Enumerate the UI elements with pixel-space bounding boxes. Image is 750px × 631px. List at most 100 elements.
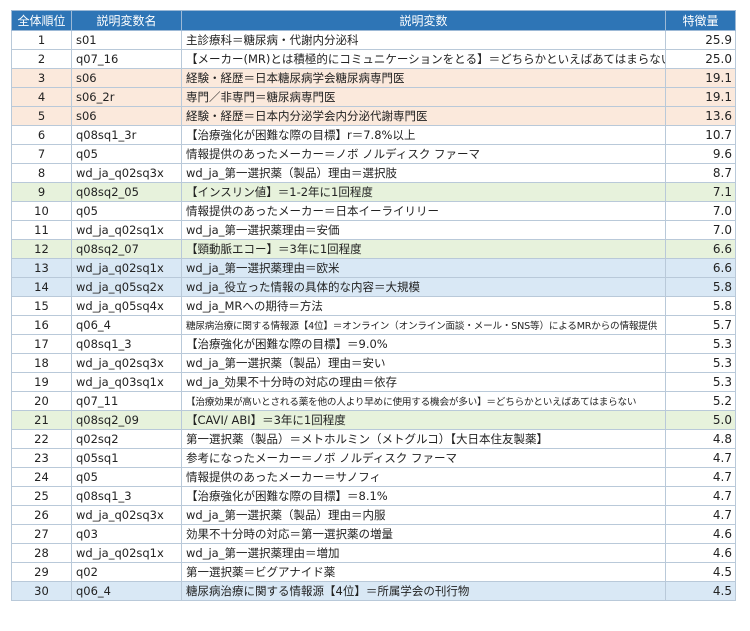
- rank-cell: 21: [11, 410, 72, 430]
- header-rank: 全体順位: [11, 10, 72, 31]
- feature-importance-cell: 5.0: [665, 410, 736, 430]
- table-row: 16 q06_4 糖尿病治療に関する情報源【4位】＝オンライン（オンライン面談・メー…: [11, 315, 736, 335]
- rank-cell: 28: [11, 543, 72, 563]
- table-header-row: 全体順位 説明変数名 説明変数 特徴量: [11, 10, 736, 31]
- feature-importance-table: 全体順位 説明変数名 説明変数 特徴量 1 s01 主診療科＝糖尿病・代謝内分泌科 2…: [11, 10, 736, 601]
- feature-importance-cell: 6.6: [665, 258, 736, 278]
- variable-name-cell: wd_ja_q02sq1x: [71, 220, 182, 240]
- variable-name-cell: s06_2r: [71, 87, 182, 107]
- variable-description-cell: 【治療強化が困難な際の目標】r＝7.8%以上: [181, 125, 666, 145]
- rank-cell: 24: [11, 467, 72, 487]
- table-row: 29 q02 第一選択薬＝ビグアナイド薬 4.5: [11, 562, 736, 582]
- feature-importance-cell: 4.8: [665, 429, 736, 449]
- table-row: 14 wd_ja_q05sq2x wd_ja_役立った情報の具体的な内容＝大規模 5.…: [11, 277, 736, 297]
- table-row: 9 q08sq2_05 【インスリン値】＝1-2年に1回程度 7.1: [11, 182, 736, 202]
- variable-name-cell: wd_ja_q05sq4x: [71, 296, 182, 316]
- variable-description-cell: 経験・経歴＝日本糖尿病学会糖尿病専門医: [181, 68, 666, 88]
- feature-importance-cell: 7.0: [665, 220, 736, 240]
- table-row: 10 q05 情報提供のあったメーカー＝日本イーライリリー 7.0: [11, 201, 736, 221]
- feature-importance-cell: 19.1: [665, 87, 736, 107]
- rank-cell: 4: [11, 87, 72, 107]
- rank-cell: 25: [11, 486, 72, 506]
- variable-description-cell: 専門／非専門＝糖尿病専門医: [181, 87, 666, 107]
- table-row: 24 q05 情報提供のあったメーカー＝サノフィ 4.7: [11, 467, 736, 487]
- rank-cell: 9: [11, 182, 72, 202]
- feature-importance-cell: 4.7: [665, 505, 736, 525]
- variable-description-cell: 情報提供のあったメーカー＝日本イーライリリー: [181, 201, 666, 221]
- rank-cell: 8: [11, 163, 72, 183]
- variable-name-cell: wd_ja_q02sq3x: [71, 353, 182, 373]
- table-row: 3 s06 経験・経歴＝日本糖尿病学会糖尿病専門医 19.1: [11, 68, 736, 88]
- variable-name-cell: q07_11: [71, 391, 182, 411]
- variable-description-cell: 【治療強化が困難な際の目標】＝9.0%: [181, 334, 666, 354]
- variable-name-cell: q02: [71, 562, 182, 582]
- rank-cell: 27: [11, 524, 72, 544]
- variable-description-cell: 糖尿病治療に関する情報源【4位】＝オンライン（オンライン面談・メール・SNS等）…: [181, 315, 666, 335]
- variable-description-cell: wd_ja_効果不十分時の対応の理由＝依存: [181, 372, 666, 392]
- variable-description-cell: 【治療強化が困難な際の目標】＝8.1%: [181, 486, 666, 506]
- rank-cell: 7: [11, 144, 72, 164]
- feature-importance-cell: 10.7: [665, 125, 736, 145]
- feature-importance-cell: 4.6: [665, 543, 736, 563]
- table-row: 28 wd_ja_q02sq1x wd_ja_第一選択薬理由＝増加 4.6: [11, 543, 736, 563]
- variable-name-cell: s06: [71, 68, 182, 88]
- variable-description-cell: 情報提供のあったメーカー＝ノボ ノルディスク ファーマ: [181, 144, 666, 164]
- variable-name-cell: wd_ja_q03sq1x: [71, 372, 182, 392]
- table-row: 11 wd_ja_q02sq1x wd_ja_第一選択薬理由＝安価 7.0: [11, 220, 736, 240]
- variable-description-cell: wd_ja_第一選択薬（製品）理由＝安い: [181, 353, 666, 373]
- variable-description-cell: 【インスリン値】＝1-2年に1回程度: [181, 182, 666, 202]
- rank-cell: 15: [11, 296, 72, 316]
- feature-importance-cell: 19.1: [665, 68, 736, 88]
- table-row: 20 q07_11 【治療効果が高いとされる薬を他の人より早めに使用する機会が多い】…: [11, 391, 736, 411]
- rank-cell: 3: [11, 68, 72, 88]
- table-row: 18 wd_ja_q02sq3x wd_ja_第一選択薬（製品）理由＝安い 5.3: [11, 353, 736, 373]
- variable-description-cell: 【メーカー(MR)とは積極的にコミュニケーションをとる】＝どちらかといえばあては…: [181, 49, 666, 69]
- feature-importance-cell: 4.5: [665, 581, 736, 601]
- table-row: 23 q05sq1 参考になったメーカー＝ノボ ノルディスク ファーマ 4.7: [11, 448, 736, 468]
- variable-description-cell: wd_ja_MRへの期待＝方法: [181, 296, 666, 316]
- rank-cell: 6: [11, 125, 72, 145]
- feature-importance-cell: 4.6: [665, 524, 736, 544]
- rank-cell: 19: [11, 372, 72, 392]
- rank-cell: 17: [11, 334, 72, 354]
- variable-name-cell: q08sq1_3: [71, 486, 182, 506]
- variable-description-cell: 【頸動脈エコー】＝3年に1回程度: [181, 239, 666, 259]
- table-row: 8 wd_ja_q02sq3x wd_ja_第一選択薬（製品）理由＝選択肢 8.7: [11, 163, 736, 183]
- feature-importance-cell: 7.1: [665, 182, 736, 202]
- variable-description-cell: 情報提供のあったメーカー＝サノフィ: [181, 467, 666, 487]
- variable-description-cell: wd_ja_第一選択薬理由＝増加: [181, 543, 666, 563]
- variable-name-cell: q05sq1: [71, 448, 182, 468]
- table-row: 25 q08sq1_3 【治療強化が困難な際の目標】＝8.1% 4.7: [11, 486, 736, 506]
- variable-description-cell: 主診療科＝糖尿病・代謝内分泌科: [181, 30, 666, 50]
- table-row: 6 q08sq1_3r 【治療強化が困難な際の目標】r＝7.8%以上 10.7: [11, 125, 736, 145]
- variable-description-cell: wd_ja_第一選択薬理由＝安価: [181, 220, 666, 240]
- variable-name-cell: q05: [71, 201, 182, 221]
- feature-importance-cell: 6.6: [665, 239, 736, 259]
- variable-description-cell: 【治療効果が高いとされる薬を他の人より早めに使用する機会が多い】＝どちらかといえ…: [181, 391, 666, 411]
- rank-cell: 5: [11, 106, 72, 126]
- variable-name-cell: s06: [71, 106, 182, 126]
- rank-cell: 16: [11, 315, 72, 335]
- table-row: 22 q02sq2 第一選択薬（製品）＝メトホルミン（メトグルコ）【大日本住友製薬】…: [11, 429, 736, 449]
- header-variable-name: 説明変数名: [71, 10, 182, 31]
- feature-importance-cell: 5.2: [665, 391, 736, 411]
- rank-cell: 18: [11, 353, 72, 373]
- feature-importance-cell: 5.7: [665, 315, 736, 335]
- feature-importance-cell: 5.8: [665, 296, 736, 316]
- rank-cell: 22: [11, 429, 72, 449]
- rank-cell: 23: [11, 448, 72, 468]
- rank-cell: 12: [11, 239, 72, 259]
- table-row: 5 s06 経験・経歴＝日本内分泌学会内分泌代謝専門医 13.6: [11, 106, 736, 126]
- rank-cell: 10: [11, 201, 72, 221]
- feature-importance-cell: 4.7: [665, 448, 736, 468]
- table-row: 19 wd_ja_q03sq1x wd_ja_効果不十分時の対応の理由＝依存 5.3: [11, 372, 736, 392]
- variable-name-cell: q05: [71, 467, 182, 487]
- variable-description-cell: 糖尿病治療に関する情報源【4位】＝所属学会の刊行物: [181, 581, 666, 601]
- rank-cell: 30: [11, 581, 72, 601]
- rank-cell: 26: [11, 505, 72, 525]
- variable-description-cell: wd_ja_第一選択薬（製品）理由＝内服: [181, 505, 666, 525]
- variable-name-cell: q08sq1_3: [71, 334, 182, 354]
- feature-importance-cell: 5.3: [665, 372, 736, 392]
- table-row: 7 q05 情報提供のあったメーカー＝ノボ ノルディスク ファーマ 9.6: [11, 144, 736, 164]
- table-row: 12 q08sq2_07 【頸動脈エコー】＝3年に1回程度 6.6: [11, 239, 736, 259]
